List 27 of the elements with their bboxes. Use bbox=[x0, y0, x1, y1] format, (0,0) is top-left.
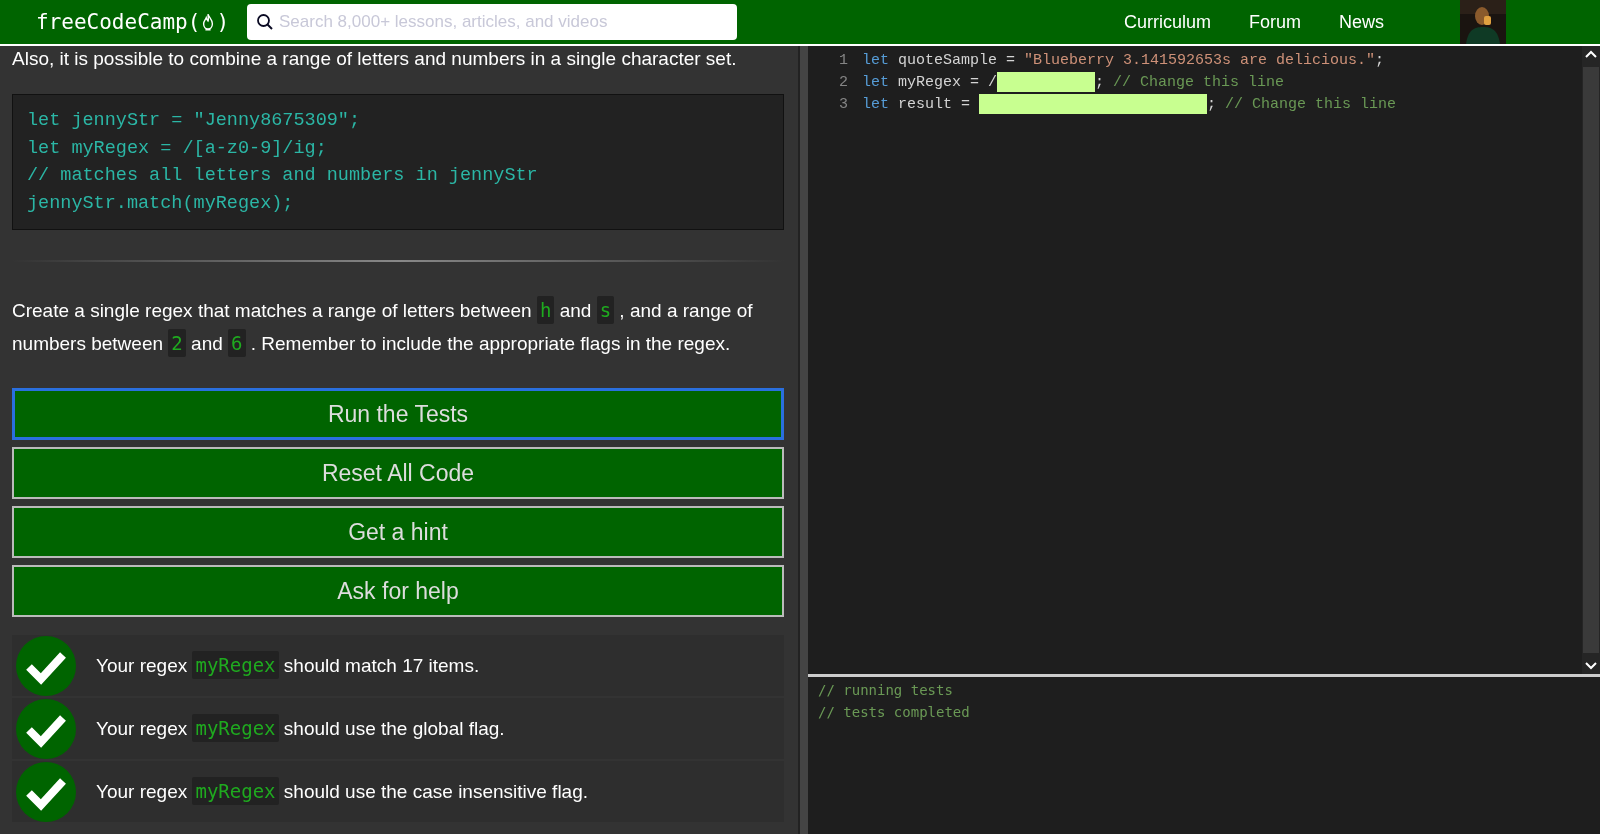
scrollbar[interactable] bbox=[1582, 46, 1600, 674]
nav-link[interactable]: News bbox=[1339, 11, 1384, 33]
splitter-handle[interactable] bbox=[798, 46, 808, 834]
line-number: 3 bbox=[838, 95, 849, 113]
test-text: Your regex myRegex should use the case insensitive flag. bbox=[96, 780, 589, 803]
logo[interactable]: freeCodeCamp( ) bbox=[36, 10, 230, 34]
nav-link[interactable]: Forum bbox=[1248, 11, 1301, 33]
flame-icon bbox=[201, 13, 216, 31]
action-button[interactable]: Get a hint bbox=[12, 506, 784, 558]
test-text: Your regex myRegex should use the global flag. bbox=[96, 717, 505, 740]
line-number: 2 bbox=[838, 73, 849, 91]
code-line: let quoteSample = "Blueberry 3.141592653s are delicious."; bbox=[862, 51, 1385, 69]
console-line: // running tests bbox=[818, 681, 954, 700]
chevron-up-icon[interactable] bbox=[1584, 49, 1598, 59]
nav-link[interactable]: Curriculum bbox=[1123, 11, 1211, 33]
instructions-text: Create a single regex that matches a range of letters between h and s , and a range of numbers between 2 and 6 . Remember to include the appropriate flags in the regex. bbox=[12, 294, 784, 360]
action-button[interactable]: Reset All Code bbox=[12, 447, 784, 499]
line-number: 1 bbox=[838, 51, 849, 69]
code-line: let myRegex = / ; // Change this line bbox=[862, 72, 1285, 92]
action-button[interactable]: Ask for help bbox=[12, 565, 784, 617]
action-button[interactable]: Run the Tests bbox=[12, 388, 784, 440]
chevron-down-icon[interactable] bbox=[1584, 661, 1598, 671]
test-text: Your regex myRegex should match 17 items. bbox=[96, 654, 480, 677]
code-example: let jennyStr = "Jenny8675309"; let myRegex = /[a-z0-9]/ig; // matches all letters and numbers in jennyStr jennyStr.match(myRegex); bbox=[12, 94, 784, 230]
lesson-text: Also, it is possible to combine a range of letters and numbers in a single character set. bbox=[12, 48, 738, 70]
console-line: // tests completed bbox=[818, 703, 971, 722]
code-line: let result = ; // Change this line bbox=[862, 94, 1397, 114]
